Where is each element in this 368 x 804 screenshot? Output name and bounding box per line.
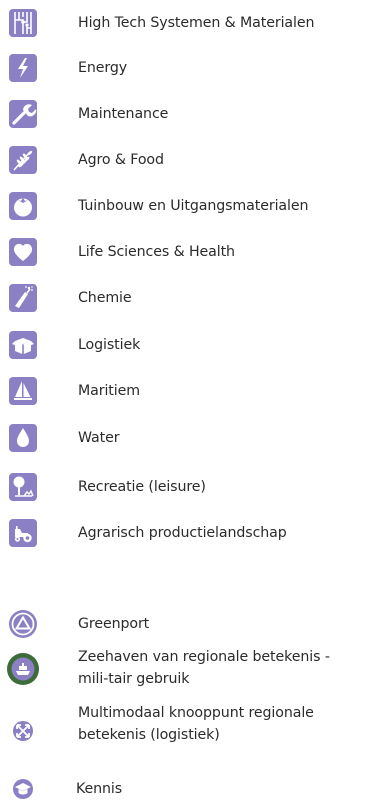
legend-label: Agro & Food [78,152,164,168]
multimodal-arrows-icon [8,716,38,746]
legend-label: Maintenance [78,106,169,122]
legend-label: Life Sciences & Health [78,244,235,260]
tree-icon [8,472,38,502]
flask-icon [8,283,38,313]
wrench-icon [8,99,38,129]
legend-label: Greenport [78,616,150,632]
sailboat-icon [8,376,38,406]
tractor-icon [8,518,38,548]
seaport-ship-icon [6,652,40,686]
legend-label: Kennis [76,781,123,797]
tomato-icon [8,191,38,221]
legend-label: Water [78,430,120,446]
circuit-icon [8,8,38,38]
legend-label: Agrarisch productielandschap [78,525,287,541]
legend-label: Logistiek [78,337,141,353]
box-icon [8,330,38,360]
legend-label: Maritiem [78,383,140,399]
lightning-icon [8,53,38,83]
wheat-icon [8,145,38,175]
heart-icon [8,237,38,267]
legend-label: Chemie [78,290,132,306]
water-drop-icon [8,423,38,453]
legend-label: Tuinbouw en Uitgangsmaterialen [78,198,309,214]
legend-label: Zeehaven van regionale betekenis - mili-… [78,649,330,687]
graduation-cap-icon [8,774,38,804]
legend-label: High Tech Systemen & Materialen [78,15,315,31]
legend-label: Energy [78,60,128,76]
legend-label: Recreatie (leisure) [78,479,206,495]
greenport-triangle-icon [8,609,38,639]
legend-label: Multimodaal knooppunt regionale betekeni… [78,705,314,743]
